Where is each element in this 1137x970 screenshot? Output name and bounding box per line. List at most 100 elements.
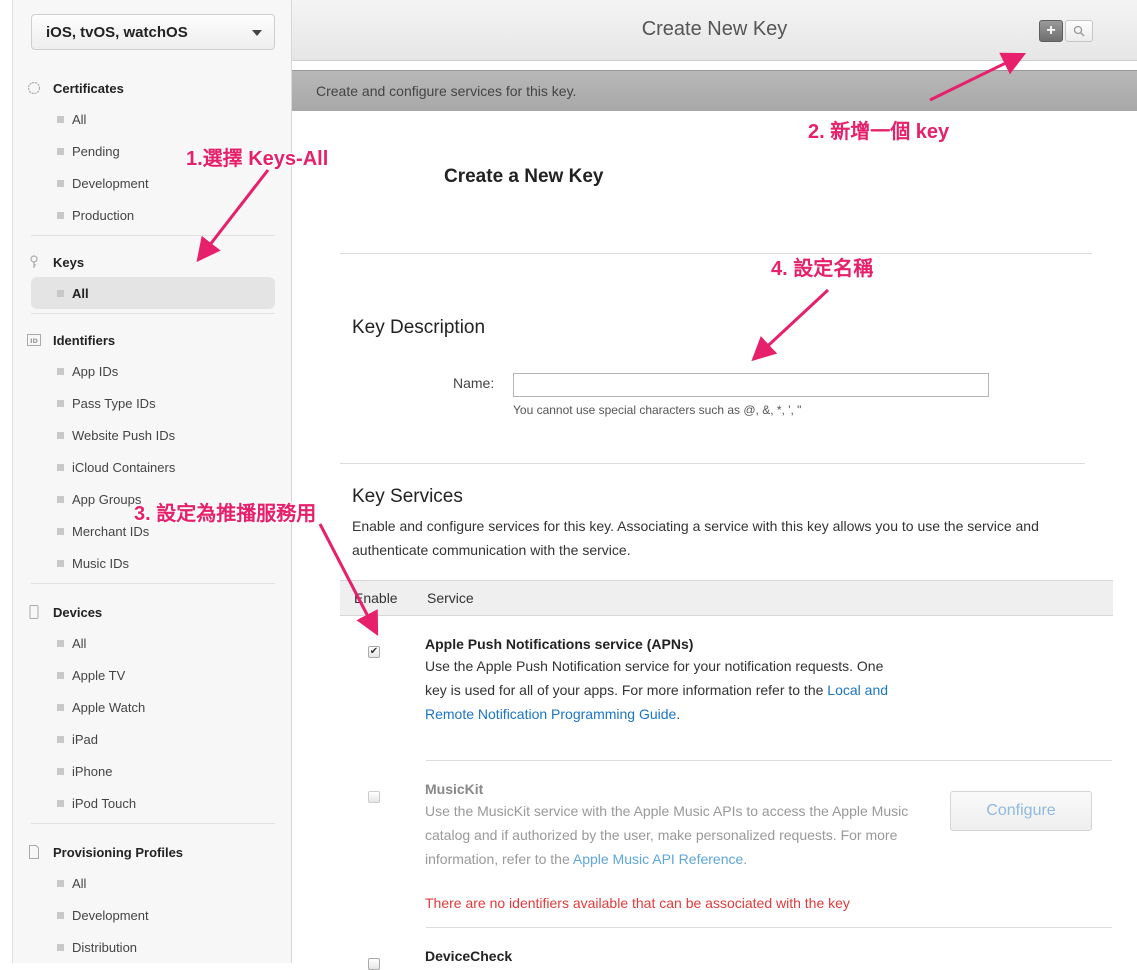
sidebar-item-profiles-distribution[interactable]: Distribution [13,931,293,963]
sidebar-item-label: Website Push IDs [72,427,176,443]
sidebar-item-label: Distribution [72,939,138,955]
platform-select[interactable]: iOS, tvOS, watchOS [31,14,275,50]
sidebar-item-label: All [72,285,89,301]
key-name-input[interactable] [513,373,989,397]
sidebar-header-devices[interactable]: Devices [13,597,293,627]
sidebar-header-identifiers[interactable]: ID Identifiers [13,325,293,355]
sidebar-divider [31,823,275,824]
sidebar-header-label: Certificates [53,80,124,96]
bullet-icon [57,559,64,567]
sidebar-item-label: All [72,635,87,651]
sidebar-item-certificates-development[interactable]: Development [13,167,293,199]
sidebar-section-devices: Devices All Apple TV Apple Watch iPad iP… [13,597,293,824]
top-bar: Create New Key + [292,0,1137,61]
service-column-header: Service [427,590,474,606]
sidebar-item-ipad[interactable]: iPad [13,723,293,755]
sidebar-item-apple-tv[interactable]: Apple TV [13,659,293,691]
sidebar-item-certificates-production[interactable]: Production [13,199,293,231]
key-services-description: Enable and configure services for this k… [352,518,1039,558]
bullet-icon [57,943,64,951]
sidebar-header-label: Keys [53,254,85,270]
sidebar-item-label: iPad [72,731,99,747]
service-name: DeviceCheck [425,948,513,964]
sidebar-item-label: iCloud Containers [72,459,176,475]
annotation-step4: 4. 設定名稱 [771,258,874,280]
service-description-text: Use the Apple Push Notification service … [425,658,884,698]
sidebar-item-profiles-development[interactable]: Development [13,899,293,931]
sidebar-item-label: Development [72,175,149,191]
service-name: Apple Push Notifications service (APNs) [425,636,694,652]
bullet-icon [57,735,64,743]
sidebar-divider [31,235,275,236]
sidebar-item-app-ids[interactable]: App IDs [13,355,293,387]
service-description-end: . [743,851,748,867]
key-description-title: Key Description [352,317,486,338]
section-divider [340,463,1085,464]
sub-header-bar: Create and configure services for this k… [292,70,1137,111]
sidebar-item-label: Music IDs [72,555,130,571]
devicecheck-enable-checkbox[interactable] [368,958,380,970]
sidebar-item-certificates-all[interactable]: All [13,103,293,135]
sidebar-divider [31,313,275,314]
sidebar-item-icloud-containers[interactable]: iCloud Containers [13,451,293,483]
sidebar-header-provisioning-profiles[interactable]: Provisioning Profiles [13,837,293,867]
annotation-step2: 2. 新增一個 key [808,121,950,143]
sidebar-item-iphone[interactable]: iPhone [13,755,293,787]
configure-button[interactable]: Configure [950,791,1092,831]
bullet-icon [57,879,64,887]
bullet-icon [57,179,64,187]
svg-text:ID: ID [30,337,38,345]
services-table-header: Enable Service [340,580,1113,616]
sidebar-item-profiles-all[interactable]: All [13,867,293,899]
sidebar-item-label: All [72,111,87,127]
bullet-icon [57,211,64,219]
name-hint: You cannot use special characters such a… [513,403,802,417]
sidebar-item-apple-watch[interactable]: Apple Watch [13,691,293,723]
bullet-icon [57,671,64,679]
sub-header-text: Create and configure services for this k… [316,83,577,99]
bullet-icon [57,147,64,155]
key-icon [27,255,41,269]
device-icon [27,605,41,619]
sidebar-item-pass-type-ids[interactable]: Pass Type IDs [13,387,293,419]
sidebar-item-music-ids[interactable]: Music IDs [13,547,293,579]
sidebar-divider [31,583,275,584]
bullet-icon [57,431,64,439]
id-icon: ID [27,333,41,347]
sidebar-item-label: App IDs [72,363,119,379]
annotation-step3: 3. 設定為推播服務用 [134,503,317,525]
apns-enable-checkbox[interactable]: ✔ [368,646,380,658]
bullet-icon [57,289,64,297]
sidebar-header-keys[interactable]: Keys [13,247,293,277]
annotation-step1: 1.選擇 Keys-All [186,148,329,170]
sidebar-header-certificates[interactable]: Certificates [13,73,293,103]
chevron-down-icon [252,30,262,36]
sidebar-section-provisioning-profiles: Provisioning Profiles All Development Di… [13,837,293,963]
musickit-enable-checkbox[interactable] [368,791,380,803]
bullet-icon [57,463,64,471]
sidebar-item-keys-all[interactable]: All [31,277,275,309]
bullet-icon [57,399,64,407]
section-divider [340,253,1092,254]
certificate-icon [27,81,41,95]
sidebar-header-label: Devices [53,604,103,620]
sidebar-section-keys: Keys All [13,247,293,314]
bullet-icon [57,767,64,775]
sidebar-section-identifiers: ID Identifiers App IDs Pass Type IDs Web… [13,325,293,584]
name-label: Name: [453,375,495,391]
sidebar-item-ipod-touch[interactable]: iPod Touch [13,787,293,819]
sidebar-item-website-push-ids[interactable]: Website Push IDs [13,419,293,451]
service-row-devicecheck: DeviceCheck [340,928,1113,970]
sidebar-item-devices-all[interactable]: All [13,627,293,659]
add-key-button[interactable]: + [1039,20,1063,42]
sidebar-header-label: Identifiers [53,332,116,348]
bullet-icon [57,703,64,711]
service-error-message: There are no identifiers available that … [425,895,850,911]
bullet-icon [57,115,64,123]
apple-music-api-link[interactable]: Apple Music API Reference [573,851,743,867]
checkmark-icon: ✔ [369,646,379,657]
sidebar-item-label: Development [72,907,149,923]
sidebar-item-label: iPhone [72,763,113,779]
bullet-icon [57,527,64,535]
search-button[interactable] [1065,20,1093,42]
